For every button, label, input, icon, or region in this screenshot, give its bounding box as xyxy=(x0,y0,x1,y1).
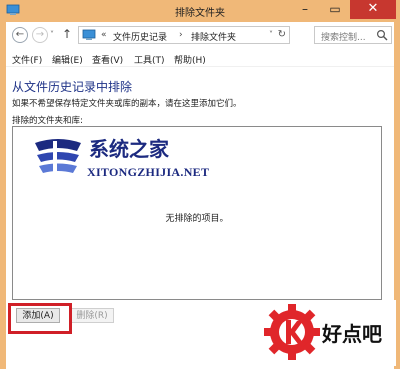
address-dropdown-icon[interactable]: ˅ xyxy=(269,30,273,39)
add-button-highlight xyxy=(8,303,72,334)
title-bar[interactable]: 排除文件夹 – ▭ ✕ xyxy=(0,0,400,22)
search-box[interactable]: 搜索控制... xyxy=(314,26,392,44)
forward-button[interactable]: → xyxy=(32,27,48,43)
excluded-list-label: 排除的文件夹和库: xyxy=(12,116,83,126)
breadcrumb-separator: « xyxy=(101,30,107,40)
breadcrumb-file-history[interactable]: 文件历史记录 xyxy=(113,30,167,43)
minimize-button[interactable]: – xyxy=(290,0,320,19)
menu-tools[interactable]: 工具(T) xyxy=(134,53,165,66)
control-panel-icon xyxy=(82,29,96,40)
watermark-text: 系统之家 xyxy=(89,137,169,161)
excluded-folders-list[interactable]: 系统之家 XITONGZHIJIA.NET 无排除的项目。 xyxy=(12,126,382,300)
menu-bar: 文件(F) 编辑(E) 查看(V) 工具(T) 帮助(H) xyxy=(6,50,394,67)
gear-logo-icon xyxy=(264,304,320,360)
menu-view[interactable]: 查看(V) xyxy=(92,53,123,66)
up-button[interactable]: ↑ xyxy=(62,27,72,41)
back-button[interactable]: ← xyxy=(12,27,28,43)
breadcrumb-exclude-folders[interactable]: 排除文件夹 xyxy=(191,30,236,43)
page-title: 从文件历史记录中排除 xyxy=(12,80,133,94)
watermark-logo-icon xyxy=(35,139,81,173)
menu-edit[interactable]: 编辑(E) xyxy=(52,53,83,66)
remove-button[interactable]: 删除(R) xyxy=(70,308,114,323)
menu-help[interactable]: 帮助(H) xyxy=(174,53,206,66)
page-description: 如果不希望保存特定文件夹或库的副本，请在这里添加它们。 xyxy=(12,99,242,109)
watermark: 系统之家 XITONGZHIJIA.NET xyxy=(31,131,241,185)
search-placeholder: 搜索控制... xyxy=(321,33,366,43)
brand-text: 好点吧 xyxy=(322,322,382,346)
watermark-url: XITONGZHIJIA.NET xyxy=(87,165,210,179)
address-bar[interactable]: « 文件历史记录 › 排除文件夹 ˅ ↻ xyxy=(78,26,290,44)
maximize-button[interactable]: ▭ xyxy=(320,0,350,19)
site-logo: 好点吧 xyxy=(258,300,396,366)
navigation-bar: ← → ˅ ↑ « 文件历史记录 › 排除文件夹 ˅ ↻ 搜索控制... xyxy=(6,22,394,51)
close-button[interactable]: ✕ xyxy=(350,0,396,19)
breadcrumb-separator: › xyxy=(179,30,183,40)
menu-file[interactable]: 文件(F) xyxy=(12,53,42,66)
recent-locations-chevron-icon[interactable]: ˅ xyxy=(50,30,54,39)
search-icon[interactable] xyxy=(376,29,388,41)
empty-list-message: 无排除的项目。 xyxy=(165,214,229,224)
refresh-icon[interactable]: ↻ xyxy=(278,29,286,40)
